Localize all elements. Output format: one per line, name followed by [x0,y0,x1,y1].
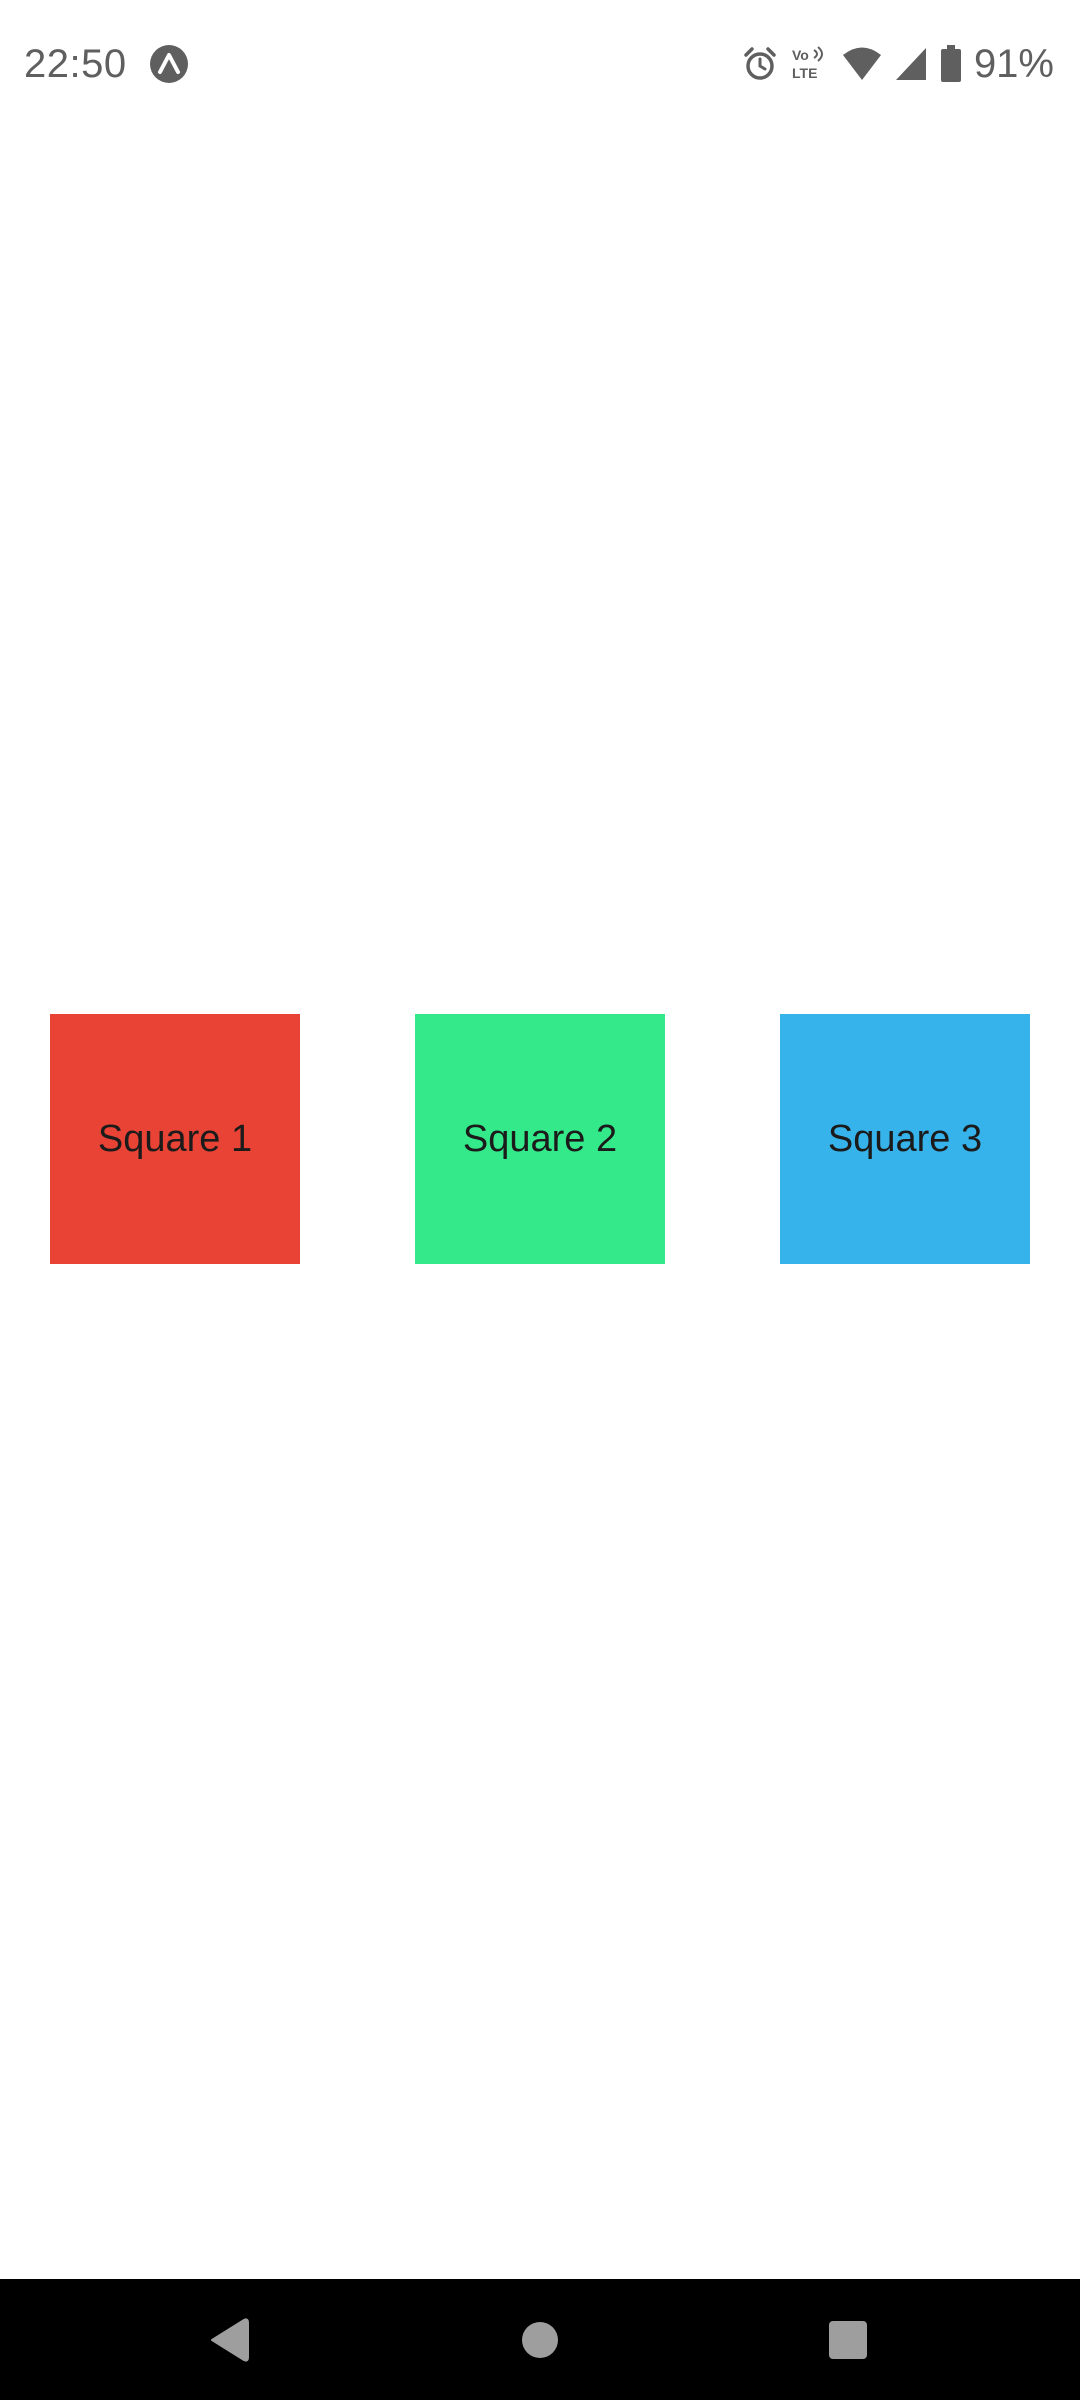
wifi-icon [842,46,882,82]
square-3-label: Square 3 [827,1117,983,1160]
square-2[interactable]: Square 2 [415,1014,665,1264]
square-1[interactable]: Square 1 [50,1014,300,1264]
back-button[interactable] [168,2279,288,2400]
square-2-label: Square 2 [462,1117,618,1160]
back-icon [211,2317,249,2362]
app-screen: 22:50 Vo LTE 91% Square 1 Square 2 Squar… [0,0,1080,2400]
square-1-label: Square 1 [97,1117,253,1160]
status-bar-left: 22:50 [24,42,189,87]
square-3[interactable]: Square 3 [780,1014,1030,1264]
home-icon [522,2321,558,2358]
status-bar-right: Vo LTE 91% [730,42,1054,87]
status-bar: 22:50 Vo LTE 91% [0,0,1080,128]
recents-button[interactable] [788,2279,908,2400]
expo-icon [149,44,189,84]
alarm-icon [742,46,778,82]
clock: 22:50 [24,41,127,86]
battery-percent: 91% [973,41,1054,86]
recents-icon [829,2320,867,2359]
battery-icon [940,45,962,83]
squares-row: Square 1 Square 2 Square 3 [0,1014,1080,1264]
volte-icon: Vo LTE [790,44,830,84]
navigation-bar [0,2279,1080,2400]
home-button[interactable] [480,2279,600,2400]
cell-signal-icon [894,46,928,82]
volte-label-bottom: LTE [792,65,817,81]
volte-label-top: Vo [792,47,809,63]
